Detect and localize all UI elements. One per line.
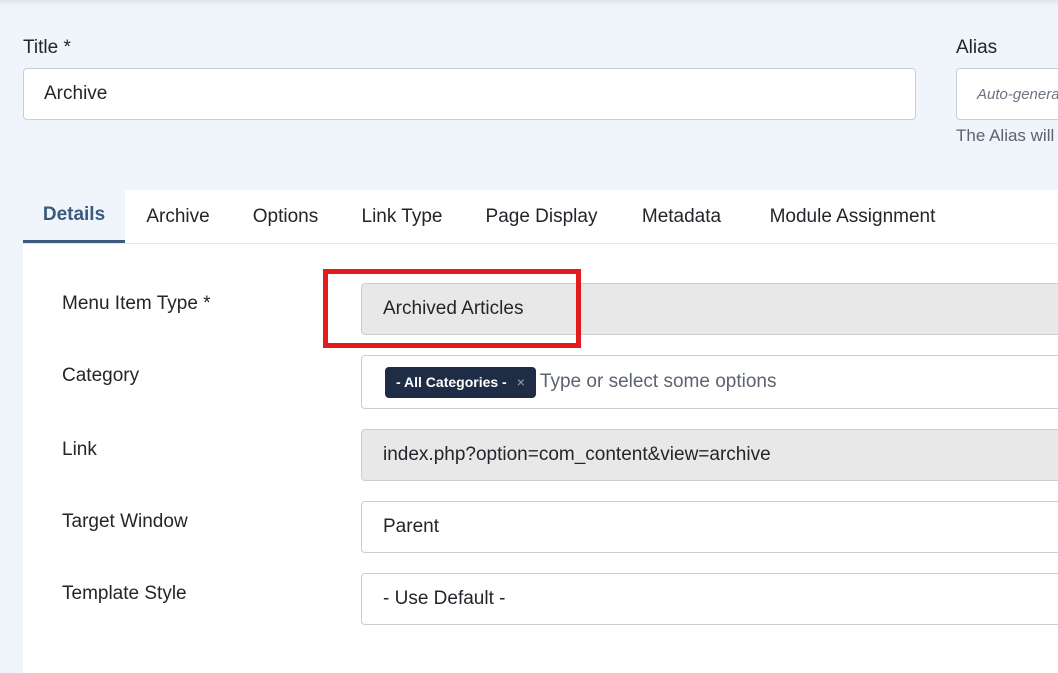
template-style-label: Template Style xyxy=(62,583,187,604)
tab-bar: Details Archive Options Link Type Page D… xyxy=(23,190,1058,244)
tab-module-assignment[interactable]: Module Assignment xyxy=(744,190,961,243)
alias-label: Alias xyxy=(956,37,998,58)
link-field[interactable]: index.php?option=com_content&view=archiv… xyxy=(361,429,1058,481)
category-chip-label: - All Categories - xyxy=(396,374,507,390)
menu-item-type-field[interactable]: Archived Articles xyxy=(361,283,1058,335)
menu-item-type-value: Archived Articles xyxy=(383,298,524,319)
category-select[interactable]: - All Categories - × Type or select some… xyxy=(361,355,1058,409)
chip-remove-icon[interactable]: × xyxy=(517,374,525,390)
category-label: Category xyxy=(62,365,140,386)
title-input-value: Archive xyxy=(44,83,108,104)
tab-metadata[interactable]: Metadata xyxy=(619,190,744,243)
template-style-select[interactable]: - Use Default - xyxy=(361,573,1058,625)
menu-item-type-label: Menu Item Type * xyxy=(62,293,211,314)
target-window-value: Parent xyxy=(383,516,439,537)
category-chip[interactable]: - All Categories - × xyxy=(385,366,536,398)
tab-options[interactable]: Options xyxy=(231,190,340,243)
tab-page-display[interactable]: Page Display xyxy=(464,190,619,243)
category-search-placeholder[interactable]: Type or select some options xyxy=(540,371,777,393)
alias-help-text: The Alias will xyxy=(956,126,1055,145)
target-window-select[interactable]: Parent xyxy=(361,501,1058,553)
tab-archive[interactable]: Archive xyxy=(125,190,231,243)
target-window-label: Target Window xyxy=(62,511,188,532)
alias-input[interactable]: Auto-genera xyxy=(956,68,1058,120)
tab-link-type[interactable]: Link Type xyxy=(340,190,464,243)
template-style-value: - Use Default - xyxy=(383,588,506,609)
link-label: Link xyxy=(62,439,97,460)
alias-placeholder: Auto-genera xyxy=(977,85,1058,103)
link-value: index.php?option=com_content&view=archiv… xyxy=(383,444,771,465)
title-label: Title * xyxy=(23,37,71,58)
top-shadow xyxy=(0,0,1058,6)
title-input[interactable]: Archive xyxy=(23,68,916,120)
tab-details[interactable]: Details xyxy=(23,190,125,243)
